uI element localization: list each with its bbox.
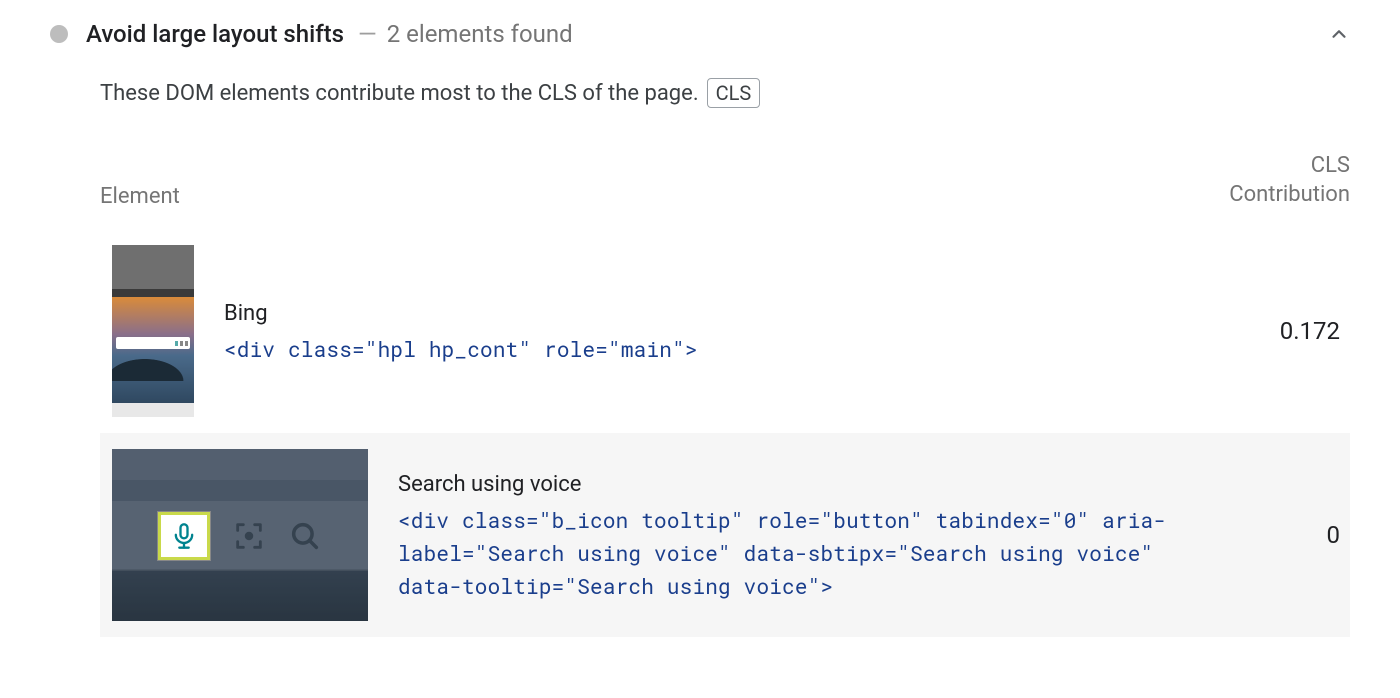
- microphone-icon: [158, 512, 210, 560]
- element-label: Bing: [224, 297, 1210, 331]
- audit-subtitle: — 2 elements found: [354, 20, 573, 48]
- column-header-contribution: CLS Contribution: [1170, 152, 1350, 209]
- audit-description-text: These DOM elements contribute most to th…: [100, 81, 699, 106]
- element-thumbnail: [112, 245, 194, 417]
- search-icon: [288, 519, 322, 553]
- audit-title-wrap: Avoid large layout shifts — 2 elements f…: [86, 20, 573, 48]
- cls-value: 0.172: [1240, 317, 1340, 345]
- element-snippet: <div class="b_icon tooltip" role="button…: [398, 504, 1210, 602]
- table-row[interactable]: Search using voice <div class="b_icon to…: [100, 433, 1350, 637]
- element-details: Search using voice <div class="b_icon to…: [398, 468, 1210, 602]
- camera-search-icon: [232, 519, 266, 553]
- metric-tag[interactable]: CLS: [707, 78, 761, 108]
- cls-elements-table: Element CLS Contribution Bing <div class…: [100, 144, 1350, 637]
- audit-subtitle-text: 2 elements found: [387, 20, 573, 48]
- element-details: Bing <div class="hpl hp_cont" role="main…: [224, 297, 1210, 366]
- status-dot-icon: [50, 25, 68, 43]
- element-thumbnail: [112, 449, 368, 621]
- element-label: Search using voice: [398, 468, 1210, 502]
- chevron-up-icon[interactable]: [1328, 23, 1350, 45]
- audit-title: Avoid large layout shifts: [86, 20, 344, 48]
- audit-description: These DOM elements contribute most to th…: [50, 66, 1350, 144]
- table-row[interactable]: Bing <div class="hpl hp_cont" role="main…: [100, 229, 1350, 433]
- dash-separator: —: [358, 20, 377, 48]
- column-header-element: Element: [100, 184, 1170, 209]
- audit-header[interactable]: Avoid large layout shifts — 2 elements f…: [50, 10, 1350, 66]
- table-header: Element CLS Contribution: [100, 144, 1350, 229]
- element-snippet: <div class="hpl hp_cont" role="main">: [224, 333, 1210, 366]
- audit-item: Avoid large layout shifts — 2 elements f…: [0, 0, 1400, 637]
- cls-value: 0: [1240, 521, 1340, 549]
